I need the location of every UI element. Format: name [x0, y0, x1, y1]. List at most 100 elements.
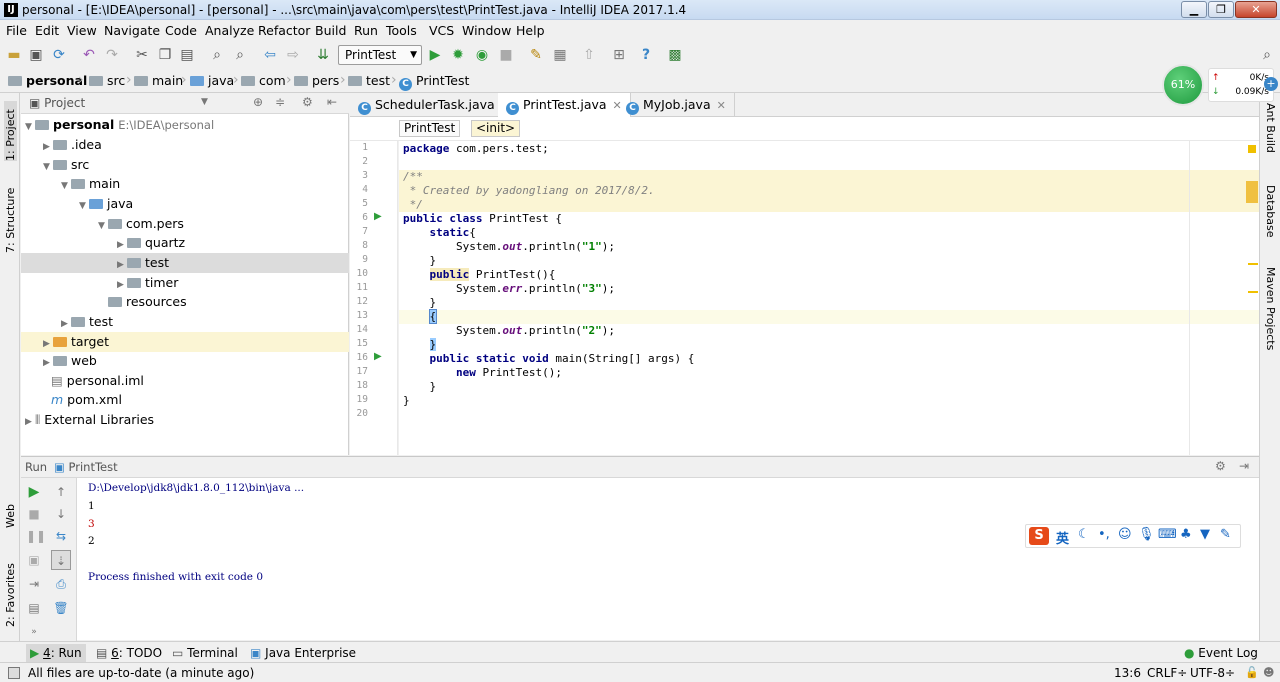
- warning-stripe-marker[interactable]: [1248, 263, 1258, 265]
- tab-run[interactable]: ▶ 4: Run: [26, 644, 86, 662]
- tab-myjob[interactable]: C MyJob.java ✕: [618, 93, 735, 117]
- tree-item-com-pers[interactable]: ▼ com.pers: [21, 214, 349, 234]
- copy-icon[interactable]: ❐: [156, 46, 174, 64]
- crumb-com[interactable]: com: [241, 73, 286, 88]
- caret-position[interactable]: 13:6: [1114, 666, 1141, 680]
- lock-icon[interactable]: 🔓: [1245, 666, 1259, 679]
- menu-view[interactable]: View: [67, 23, 97, 38]
- sdk-icon[interactable]: ⊞: [610, 46, 628, 64]
- crumb-test[interactable]: test: [348, 73, 390, 88]
- tree-item-personal[interactable]: ▼ personal E:\IDEA\personal: [21, 115, 349, 135]
- undo-icon[interactable]: ↶: [80, 46, 98, 64]
- run-config-select[interactable]: PrintTest ▼: [338, 45, 422, 65]
- sogou-logo-icon[interactable]: S: [1029, 527, 1049, 545]
- crumb-class[interactable]: PrintTest: [399, 120, 461, 137]
- crumb-pers[interactable]: pers: [294, 73, 339, 88]
- print-icon[interactable]: ⎙: [53, 576, 69, 592]
- skin-icon[interactable]: ▼: [1200, 527, 1210, 542]
- coverage-icon[interactable]: ◉: [473, 46, 491, 64]
- scroll-marker[interactable]: [1246, 181, 1258, 203]
- tool-windows-toggle-icon[interactable]: [8, 667, 20, 679]
- tree-item-target[interactable]: ▶ target: [21, 332, 349, 352]
- tab-project[interactable]: 1: Project: [4, 101, 17, 161]
- menu-code[interactable]: Code: [165, 23, 197, 38]
- tab-database[interactable]: Database: [1264, 185, 1277, 245]
- crumb-java[interactable]: java: [190, 73, 234, 88]
- gear-icon[interactable]: ⚙: [302, 95, 313, 109]
- microphone-icon[interactable]: 🎙: [1138, 527, 1155, 542]
- run-icon[interactable]: ▶: [426, 46, 444, 64]
- tree-item-external-libraries[interactable]: ▶ ⫴ External Libraries: [21, 410, 349, 430]
- settings-wrench-icon[interactable]: ✎: [527, 46, 545, 64]
- tree-item-test-package[interactable]: ▶ test: [21, 253, 349, 273]
- scroll-to-end-icon[interactable]: ⇣: [51, 550, 71, 570]
- maximize-button[interactable]: ❐: [1208, 1, 1234, 18]
- user-icon[interactable]: ♣: [1180, 527, 1192, 542]
- tree-item-web[interactable]: ▶ web: [21, 351, 349, 371]
- sync-icon[interactable]: ⟳: [50, 46, 68, 64]
- crumb-printtest[interactable]: C PrintTest: [399, 73, 469, 91]
- tab-printtest[interactable]: C PrintTest.java ✕: [498, 93, 631, 117]
- tab-favorites[interactable]: 2: Favorites: [4, 557, 17, 627]
- open-folder-icon[interactable]: ▬: [5, 46, 23, 64]
- wrench-icon[interactable]: ✎: [1220, 527, 1231, 542]
- run-config-tab[interactable]: ▣ PrintTest: [54, 460, 118, 474]
- find-icon[interactable]: ⌕: [208, 46, 226, 64]
- close-icon[interactable]: ✕: [717, 99, 726, 112]
- help-icon[interactable]: ?: [637, 46, 655, 64]
- project-structure-icon[interactable]: ▦: [551, 46, 569, 64]
- tree-item-src[interactable]: ▼ src: [21, 155, 349, 175]
- menu-refactor[interactable]: Refactor: [258, 23, 310, 38]
- tree-item-test-folder[interactable]: ▶ test: [21, 312, 349, 332]
- tab-web[interactable]: Web: [4, 498, 17, 528]
- tab-event-log[interactable]: ● Event Log: [1180, 644, 1262, 662]
- menu-help[interactable]: Help: [516, 23, 545, 38]
- vcs-icon[interactable]: ⇧: [580, 46, 598, 64]
- trash-icon[interactable]: 🗑: [53, 600, 69, 616]
- menu-tools[interactable]: Tools: [386, 23, 417, 38]
- tree-item-java[interactable]: ▼ java: [21, 194, 349, 214]
- emoji-icon[interactable]: ☺: [1118, 527, 1132, 542]
- warning-stripe-marker[interactable]: [1248, 145, 1256, 153]
- tree-item-timer[interactable]: ▶ timer: [21, 273, 349, 293]
- forward-icon[interactable]: ⇨: [284, 46, 302, 64]
- tree-item-quartz[interactable]: ▶ quartz: [21, 233, 349, 253]
- scroll-from-source-icon[interactable]: ⊕: [253, 95, 263, 109]
- tree-item-personal-iml[interactable]: ▤ personal.iml: [21, 371, 349, 391]
- hide-icon[interactable]: ⇤: [327, 95, 337, 109]
- keyboard-icon[interactable]: ⌨: [1158, 527, 1177, 542]
- memory-gauge[interactable]: 61%: [1162, 64, 1204, 106]
- punctuation-icon[interactable]: •,: [1098, 527, 1110, 542]
- debug-icon[interactable]: ✹: [449, 46, 467, 64]
- crumb-personal[interactable]: personal: [8, 73, 87, 88]
- menu-edit[interactable]: Edit: [35, 23, 59, 38]
- menu-window[interactable]: Window: [462, 23, 511, 38]
- layout-icon[interactable]: ▤: [26, 600, 42, 616]
- more-icon[interactable]: »: [26, 624, 42, 640]
- pause-icon[interactable]: ❚❚: [26, 528, 46, 544]
- warning-stripe-marker[interactable]: [1248, 291, 1258, 293]
- tab-terminal[interactable]: ▭ Terminal: [168, 644, 242, 662]
- gear-icon[interactable]: ⚙: [1215, 459, 1226, 473]
- dump-threads-icon[interactable]: ▣: [26, 552, 42, 568]
- tab-structure[interactable]: 7: Structure: [4, 181, 17, 253]
- tab-maven-projects[interactable]: Maven Projects: [1264, 267, 1277, 361]
- redo-icon[interactable]: ↷: [103, 46, 121, 64]
- scroll-down-icon[interactable]: ↓: [53, 506, 69, 522]
- menu-analyze[interactable]: Analyze: [205, 23, 254, 38]
- cut-icon[interactable]: ✂: [133, 46, 151, 64]
- tab-schedulertask[interactable]: CSchedulerTask.java✕: [350, 93, 519, 117]
- crumb-init[interactable]: <init>: [471, 120, 521, 137]
- ime-language[interactable]: 英: [1056, 528, 1069, 547]
- project-header-label[interactable]: ▣ Project: [29, 96, 85, 110]
- inspector-icon[interactable]: ☻: [1263, 666, 1274, 679]
- menu-run[interactable]: Run: [354, 23, 378, 38]
- replace-icon[interactable]: ⌕: [231, 46, 249, 64]
- tree-item-pom-xml[interactable]: m pom.xml: [21, 390, 349, 410]
- menu-build[interactable]: Build: [315, 23, 346, 38]
- file-encoding[interactable]: UTF-8÷: [1190, 666, 1235, 680]
- plus-icon[interactable]: +: [1264, 77, 1278, 91]
- close-button[interactable]: ✕: [1235, 1, 1277, 18]
- collapse-all-icon[interactable]: ≑: [275, 95, 285, 109]
- menu-vcs[interactable]: VCS: [429, 23, 454, 38]
